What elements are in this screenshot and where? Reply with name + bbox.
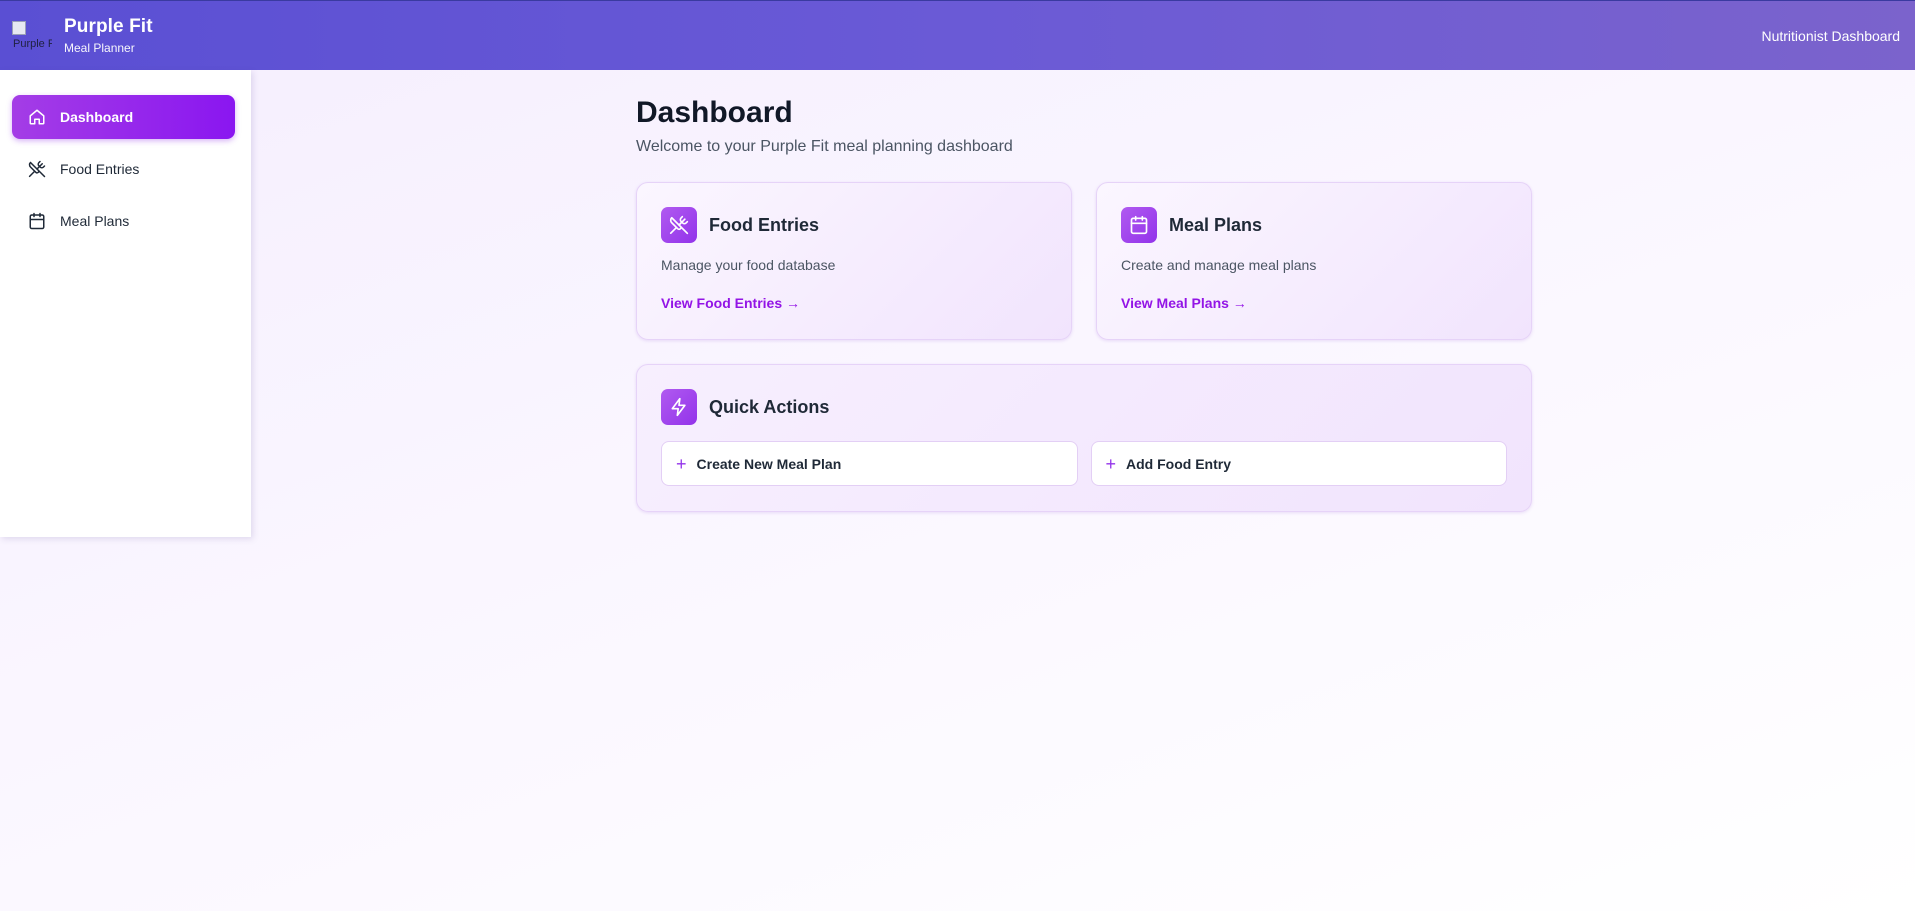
sidebar-item-food-entries[interactable]: Food Entries [12,147,235,191]
add-food-entry-button[interactable]: + Add Food Entry [1090,441,1507,486]
plus-icon: + [1105,453,1117,474]
page-subtitle: Welcome to your Purple Fit meal planning… [636,138,1013,155]
sidebar-item-label: Food Entries [60,161,140,177]
lightning-icon [661,389,697,425]
card-title: Meal Plans [1169,214,1263,235]
quick-actions-buttons: + Create New Meal Plan + Add Food Entry [661,441,1507,486]
utensils-icon [28,160,46,178]
home-icon [29,109,45,125]
sidebar-item-label: Meal Plans [60,213,130,229]
page-title: Dashboard [636,96,793,129]
top-header: Purple Fit Purple Fit Meal Planner Nutri… [0,0,1915,70]
app-subtitle: Meal Planner [64,41,135,55]
sidebar-item-label: Dashboard [60,109,134,125]
card-grid: Food Entries Manage your food database V… [636,182,1532,340]
card-description: Manage your food database [661,257,836,273]
calendar-icon [29,212,45,230]
quick-actions-header: Quick Actions [661,389,1507,425]
sidebar-item-dashboard[interactable]: Dashboard [12,95,235,139]
app-title: Purple Fit [64,16,153,37]
create-meal-plan-button[interactable]: + Create New Meal Plan [661,441,1078,486]
brand-text: Purple Fit Meal Planner [64,16,153,55]
broken-image-icon [12,20,26,35]
card-title: Food Entries [709,214,820,235]
card-header: Meal Plans [1121,207,1507,243]
main-content: Dashboard Welcome to your Purple Fit mea… [636,95,1532,512]
plus-icon: + [676,453,687,474]
sidebar: Dashboard Food Entries Meal Plans [0,70,251,537]
food-entries-card: Food Entries Manage your food database V… [636,182,1072,340]
sidebar-item-meal-plans[interactable]: Meal Plans [12,199,235,243]
card-description: Create and manage meal plans [1121,257,1317,273]
button-label: Add Food Entry [1126,455,1232,472]
view-meal-plans-link[interactable]: View Meal Plans → [1121,295,1247,311]
logo-image: Purple Fit [12,20,52,51]
quick-actions-panel: Quick Actions + Create New Meal Plan + A… [636,364,1532,512]
meal-plans-card: Meal Plans Create and manage meal plans … [1096,182,1532,340]
button-label: Create New Meal Plan [696,455,842,472]
brand[interactable]: Purple Fit Purple Fit Meal Planner [12,16,153,55]
view-food-entries-link[interactable]: View Food Entries → [661,295,800,311]
quick-actions-title: Quick Actions [709,396,830,417]
utensils-icon [661,207,697,243]
calendar-icon [1121,207,1157,243]
role-label: Nutritionist Dashboard [1761,27,1900,44]
logo-alt-text: Purple Fit [13,37,52,50]
card-header: Food Entries [661,207,1047,243]
